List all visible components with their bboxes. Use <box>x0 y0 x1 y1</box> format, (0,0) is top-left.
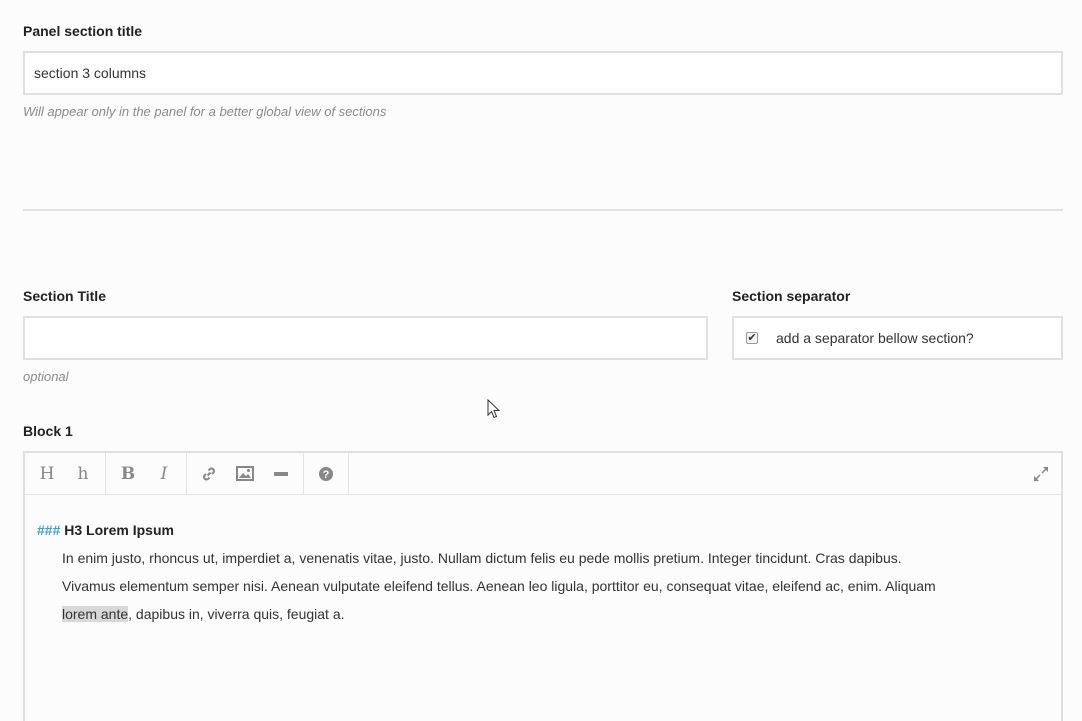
selected-text: lorem ante <box>62 606 129 622</box>
heading-small-button[interactable]: h <box>65 459 101 489</box>
panel-section-title-input[interactable] <box>25 53 1061 93</box>
editor-paragraph: In enim justo, rhoncus ut, imperdiet a, … <box>37 544 1049 628</box>
paragraph-line-3: lorem ante, dapibus in, viverra quis, fe… <box>62 600 1049 628</box>
link-icon[interactable] <box>191 459 227 489</box>
svg-text:?: ? <box>323 469 330 481</box>
editor-heading-line: ### H3 Lorem Ipsum <box>37 520 1049 540</box>
fullscreen-icon[interactable] <box>1031 464 1051 484</box>
section-title-label: Section Title <box>23 288 106 304</box>
section-separator-field[interactable]: ✔ add a separator bellow section? <box>732 316 1063 360</box>
paragraph-line-2: Vivamus elementum semper nisi. Aenean vu… <box>62 578 936 594</box>
image-icon[interactable] <box>227 459 263 489</box>
separator-checkbox-label[interactable]: add a separator bellow section? <box>776 330 974 346</box>
italic-button[interactable]: I <box>146 459 182 489</box>
section-separator-label: Section separator <box>732 288 851 304</box>
separator-checkbox[interactable]: ✔ <box>746 332 758 344</box>
section-title-help: optional <box>23 369 69 384</box>
toolbar-group-help: ? <box>304 453 349 494</box>
block1-label: Block 1 <box>23 423 73 439</box>
mouse-pointer-icon <box>487 398 501 424</box>
bold-button[interactable]: B <box>110 459 146 489</box>
panel-section-title-label: Panel section title <box>23 23 143 39</box>
paragraph-line-1: In enim justo, rhoncus ut, imperdiet a, … <box>62 550 902 566</box>
section-divider <box>23 209 1063 211</box>
panel-section-title-help: Will appear only in the panel for a bett… <box>23 104 387 119</box>
horizontal-rule-icon[interactable] <box>263 459 299 489</box>
editor-toolbar: H h B I ? <box>25 453 1061 495</box>
section-title-field[interactable] <box>23 316 708 360</box>
help-icon[interactable]: ? <box>308 459 344 489</box>
editor-content[interactable]: ### H3 Lorem Ipsum In enim justo, rhoncu… <box>25 495 1061 628</box>
heading-large-button[interactable]: H <box>29 459 65 489</box>
panel-section-title-field[interactable] <box>23 51 1063 95</box>
block1-markdown-editor[interactable]: H h B I ? ### H3 Lorem Ipsum In enim jus… <box>23 451 1063 721</box>
toolbar-group-format: B I <box>106 453 187 494</box>
heading-text: H3 Lorem Ipsum <box>60 522 174 538</box>
section-title-input[interactable] <box>25 318 706 358</box>
toolbar-group-headings: H h <box>25 453 106 494</box>
toolbar-group-insert <box>187 453 304 494</box>
heading-marker: ### <box>37 522 61 538</box>
paragraph-line-3-rest: , dapibus in, viverra quis, feugiat a. <box>128 606 345 622</box>
